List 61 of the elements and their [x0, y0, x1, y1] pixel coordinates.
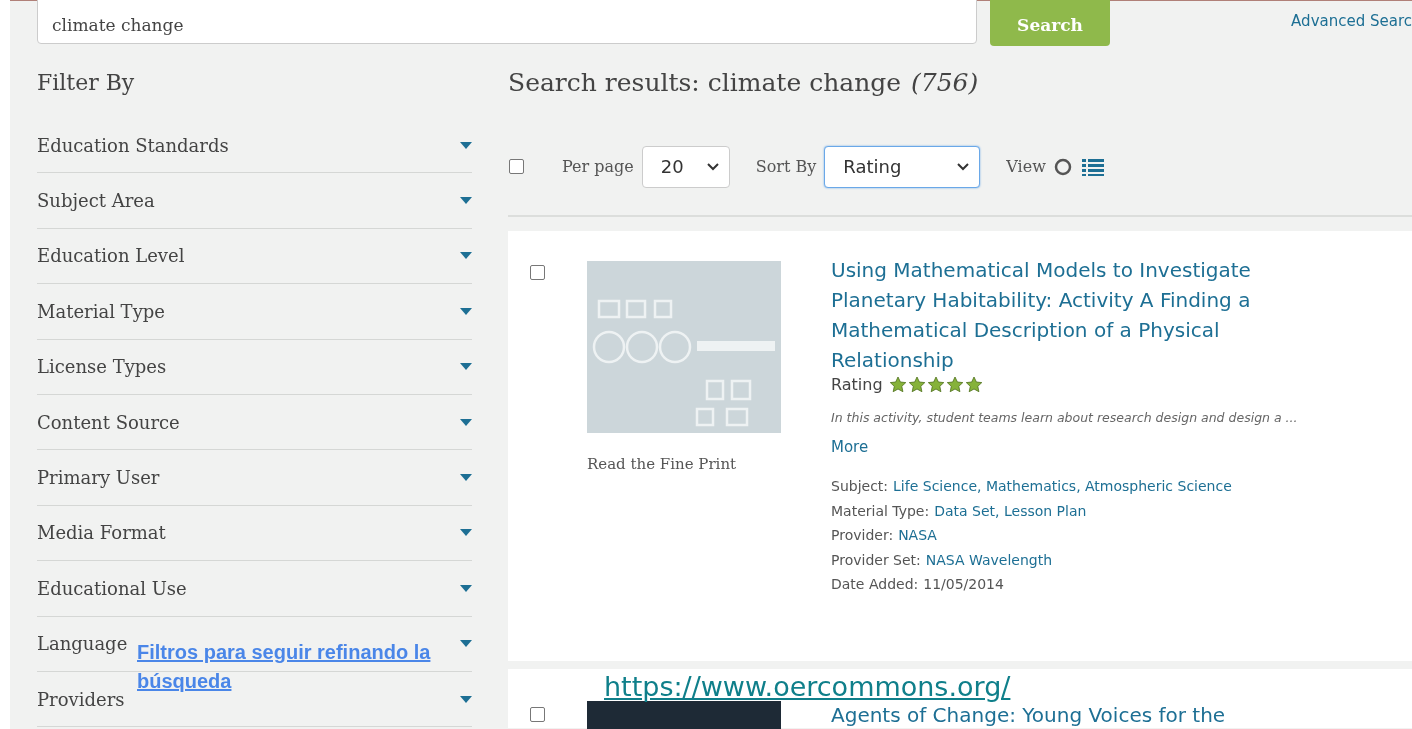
caret-icon[interactable] — [460, 418, 472, 426]
caret-icon[interactable] — [460, 695, 472, 703]
per-page-label: Per page — [562, 157, 634, 176]
sort-label: Sort By — [755, 157, 817, 176]
meta-label: Date Added: — [831, 575, 919, 594]
result-title-link[interactable]: Using Mathematical Models to Investigate Planetary Habitability: Activity A Finding a Mathematical Description of a Physical Relationship — [831, 255, 1271, 375]
filter-dropdown[interactable]: Educational Use — [37, 577, 187, 599]
filter-dropdown[interactable]: License Types — [37, 356, 167, 378]
fine-print-link[interactable]: Read the Fine Print — [587, 455, 737, 473]
caret-icon[interactable] — [460, 474, 472, 482]
chevron-icon — [706, 162, 719, 171]
chevron-icon — [957, 162, 970, 171]
meta-link[interactable]: NASA — [898, 523, 937, 548]
filter-dropdown[interactable]: Media Format — [37, 522, 166, 544]
filter-dropdown[interactable]: Subject Area — [37, 190, 155, 212]
caret-icon[interactable] — [460, 529, 472, 537]
star-icon — [888, 375, 907, 394]
select-all-checkbox[interactable] — [509, 159, 524, 174]
meta-label: Provider: — [831, 526, 894, 545]
filter-dropdown[interactable]: Content Source — [37, 411, 180, 433]
url-link[interactable]: https://www.oercommons.org/ — [604, 671, 1011, 702]
thumbnail-placeholder[interactable] — [587, 261, 781, 433]
filter-dropdown[interactable]: Education Standards — [37, 134, 229, 156]
meta-link[interactable]: Life Science, Mathematics, Atmospheric Science — [893, 474, 1232, 499]
star-icon — [926, 375, 945, 394]
view-label: View — [1006, 157, 1046, 176]
filter-heading: Filter By — [37, 68, 136, 97]
filter-dropdown[interactable]: Providers — [37, 688, 125, 710]
meta-link[interactable]: NASA Wavelength — [925, 547, 1053, 572]
search-field[interactable]: climate change — [37, 0, 977, 44]
more-link[interactable]: More — [831, 438, 869, 456]
filter-dropdown[interactable]: Language — [37, 633, 128, 655]
star-icon — [945, 375, 964, 394]
result-description: In this activity, student teams learn about research design and design a ... — [831, 410, 1299, 425]
caret-icon[interactable] — [460, 363, 472, 371]
circle-view-icon[interactable] — [1053, 157, 1072, 176]
caret-icon[interactable] — [460, 141, 472, 149]
sort-select[interactable]: Rating — [824, 145, 981, 188]
star-icon — [964, 375, 983, 394]
result-checkbox[interactable] — [530, 707, 545, 722]
caret-icon[interactable] — [460, 252, 472, 260]
caret-icon[interactable] — [460, 197, 472, 205]
result-checkbox[interactable] — [530, 265, 545, 280]
caret-icon[interactable] — [460, 584, 472, 592]
result-title-link[interactable]: Agents of Change: Young Voices for the — [831, 703, 1391, 727]
star-icon — [907, 375, 926, 394]
filter-dropdown[interactable]: Material Type — [37, 300, 165, 322]
meta-link[interactable]: Data Set, Lesson Plan — [934, 498, 1087, 523]
meta-label: Material Type: — [831, 501, 930, 521]
caret-icon[interactable] — [460, 307, 472, 315]
meta-label: Subject: — [831, 477, 889, 496]
list-view-icon[interactable] — [1081, 157, 1104, 176]
filter-dropdown[interactable]: Primary User — [37, 467, 160, 489]
results-heading: Search results: climate change (756) — [508, 66, 980, 99]
per-page-select[interactable]: 20 — [641, 145, 730, 188]
advanced-search-link[interactable]: Advanced Searc — [1291, 12, 1412, 30]
filter-dropdown[interactable]: Education Level — [37, 245, 185, 267]
meta-value: 11/05/2014 — [923, 575, 1004, 594]
rating-label: Rating — [831, 375, 883, 394]
caret-icon[interactable] — [460, 640, 472, 648]
meta-label: Provider Set: — [831, 550, 921, 570]
